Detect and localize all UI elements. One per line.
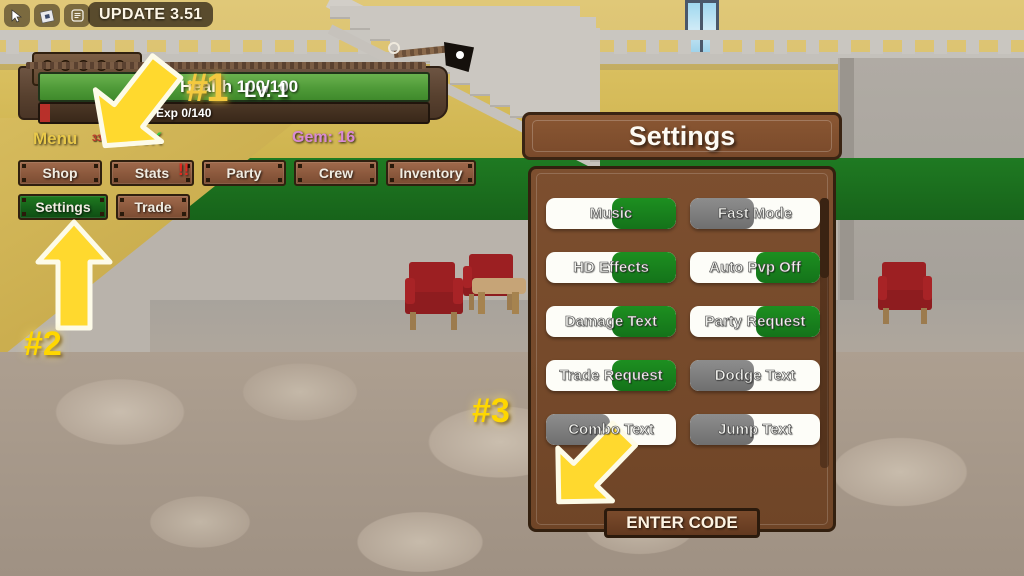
settings-toggle-label: Party Request [704,313,806,331]
settings-toggle-damage-text[interactable]: Damage Text [546,306,676,337]
menu-button-label: Inventory [399,165,463,181]
baluster [870,38,883,54]
menu-button-label: Stats [134,165,170,181]
baluster [742,38,755,54]
roblox-topbar: UPDATE 3.51 [0,0,1024,30]
settings-scrollbar[interactable] [820,198,829,468]
settings-toggle-row: Trade Request Dodge Text [546,360,820,391]
baluster [998,38,1011,54]
settings-panel-header: Settings [522,112,842,160]
settings-toggle-grid: Music Fast Mode HD Effects Auto Pvp Off Dama… [546,198,820,468]
baluster [710,38,723,54]
settings-toggle-label: Trade Request [559,367,663,385]
level-label: Lv. 1 [244,80,289,102]
chat-icon[interactable] [64,4,90,27]
ship-mast [393,44,453,59]
update-badge: UPDATE 3.51 [88,2,214,27]
baluster [806,38,819,54]
menu-button-label: Settings [35,199,91,215]
skull-icon [456,51,464,59]
annotation-arrow-up [35,219,113,331]
menu-button-party[interactable]: Party [202,160,286,186]
ship-wheel-icon [388,42,400,54]
stone-floor [0,352,1024,576]
settings-toggle-music[interactable]: Music [546,198,676,229]
baluster [646,38,659,54]
settings-toggle-label: Fast Mode [717,205,793,223]
update-badge-label: UPDATE 3.51 [99,5,203,23]
menu-button-trade[interactable]: Trade [116,194,190,220]
settings-toggle-jump-text[interactable]: Jump Text [690,414,820,445]
baluster [966,38,979,54]
settings-toggle-auto-pvp-off[interactable]: Auto Pvp Off [690,252,820,283]
settings-toggle-label: Music [589,205,633,223]
baluster [838,38,851,54]
menu-button-label: Trade [134,199,172,215]
roblox-logo-icon[interactable] [34,4,60,27]
exp-progress-fill [40,104,50,122]
settings-toggle-label: Jump Text [718,421,793,439]
settings-toggle-trade-request[interactable]: Trade Request [546,360,676,391]
scrollbar-thumb[interactable] [820,198,829,278]
cursor-icon[interactable] [4,4,30,27]
settings-toggle-party-request[interactable]: Party Request [690,306,820,337]
settings-toggle-dodge-text[interactable]: Dodge Text [690,360,820,391]
menu-button-label: Party [226,165,262,181]
menu-button-label: Crew [318,165,354,181]
menu-button-crew[interactable]: Crew [294,160,378,186]
settings-toggle-hd-effects[interactable]: HD Effects [546,252,676,283]
annotation-label-2: #2 [24,325,62,363]
annotation-arrow-down-left [92,53,184,149]
settings-toggle-row: Damage Text Party Request [546,306,820,337]
baluster [934,38,947,54]
settings-toggle-label: Damage Text [564,313,658,331]
annotation-label-3: #3 [472,392,510,430]
settings-toggle-row: Music Fast Mode [546,198,820,229]
gem-counter: Gem: 16 [292,129,356,146]
settings-toggle-label: Auto Pvp Off [709,259,801,277]
settings-toggle-label: HD Effects [573,259,649,277]
rank-label: #1 [186,66,228,110]
menu-button-settings[interactable]: Settings [18,194,108,220]
settings-toggle-row: HD Effects Auto Pvp Off [546,252,820,283]
baluster [614,38,627,54]
settings-toggle-label: Combo Text [568,421,654,439]
game-screen: UPDATE 3.51 Health 100/100 Exp 0/140 #1 … [0,0,1024,576]
stats-alert-badge: !! [178,160,190,179]
baluster [678,38,691,54]
menu-button-shop[interactable]: Shop [18,160,102,186]
settings-title: Settings [628,120,736,151]
baluster [774,38,787,54]
menu-button-label: Shop [42,165,78,181]
baluster [902,38,915,54]
settings-toggle-fast-mode[interactable]: Fast Mode [690,198,820,229]
settings-toggle-label: Dodge Text [714,367,796,385]
menu-button-inventory[interactable]: Inventory [386,160,476,186]
